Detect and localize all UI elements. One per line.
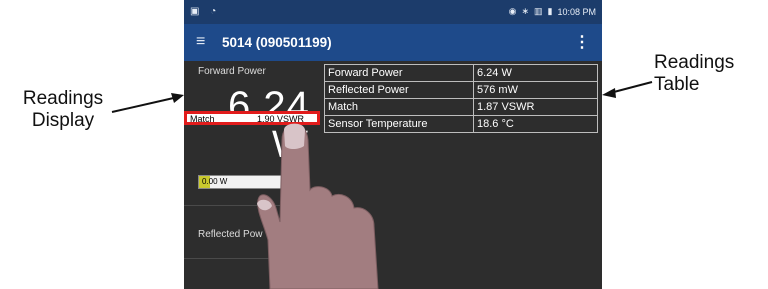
table-row: Sensor Temperature 18.6 °C — [324, 115, 598, 133]
match-label: Match — [190, 114, 215, 124]
table-cell-label: Sensor Temperature — [324, 115, 474, 133]
table-row: Reflected Power 576 mW — [324, 81, 598, 99]
location-icon: ◉ — [508, 6, 517, 16]
readings-table-callout-line2: Table — [654, 74, 700, 95]
page-title: 5014 (090501199) — [222, 35, 332, 50]
readings-display-callout-line2: Display — [31, 110, 95, 131]
match-value: 1.90 VSWR — [257, 114, 305, 124]
match-readout-highlight: Match 1.90 VSWR — [184, 111, 320, 125]
bar-min-label: 0.00 W — [202, 177, 228, 186]
table-cell-value: 18.6 °C — [473, 115, 598, 133]
table-cell-value: 576 mW — [473, 81, 598, 99]
table-row: Forward Power 6.24 W — [324, 64, 598, 82]
arrow-right-head-icon — [602, 88, 616, 98]
section-divider — [184, 205, 334, 206]
forward-power-label: Forward Power — [198, 66, 266, 77]
section-divider-bottom — [184, 258, 334, 259]
readings-table-callout: Readings Table — [654, 52, 762, 96]
readings-display-callout: Readings Display — [4, 88, 122, 132]
readings-display-callout-line1: Readings — [22, 88, 104, 109]
forward-power-bar: 0.00 W 50 — [198, 175, 308, 189]
hamburger-menu-icon[interactable]: ≡ — [196, 33, 205, 51]
app-bar: ≡ 5014 (090501199) ⋮ — [184, 24, 602, 61]
reflected-power-label: Reflected Pow — [198, 229, 263, 240]
battery-icon: ▮ — [547, 6, 553, 16]
table-cell-label: Reflected Power — [324, 81, 474, 99]
table-cell-label: Match — [324, 98, 474, 116]
tablet-screen: ▣ ◔ ◉ ∗ ▥ ▮ 10:08 PM ≡ 5014 (090501199) … — [184, 0, 602, 289]
readings-table: Forward Power 6.24 W Reflected Power 576… — [324, 64, 598, 133]
clock: 10:08 PM — [557, 6, 596, 17]
table-cell-label: Forward Power — [324, 64, 474, 82]
bar-max-label: 50 — [283, 177, 292, 186]
table-row: Match 1.87 VSWR — [324, 98, 598, 116]
table-cell-value: 1.87 VSWR — [473, 98, 598, 116]
arrow-right-icon — [609, 81, 653, 94]
forward-power-unit: W — [272, 124, 308, 166]
overflow-menu-icon[interactable]: ⋮ — [574, 32, 590, 52]
bluetooth-icon: ∗ — [521, 6, 529, 16]
table-cell-value: 6.24 W — [473, 64, 598, 82]
status-icons: ◉ ∗ ▥ ▮ 10:08 PM — [509, 6, 596, 17]
signal-icon: ▥ — [534, 6, 543, 16]
status-bar: ▣ ◔ ◉ ∗ ▥ ▮ 10:08 PM — [184, 0, 602, 24]
readings-table-callout-line1: Readings — [654, 52, 735, 73]
notification-icons: ▣ ◔ — [190, 6, 221, 17]
arrow-left-head-icon — [171, 93, 184, 103]
